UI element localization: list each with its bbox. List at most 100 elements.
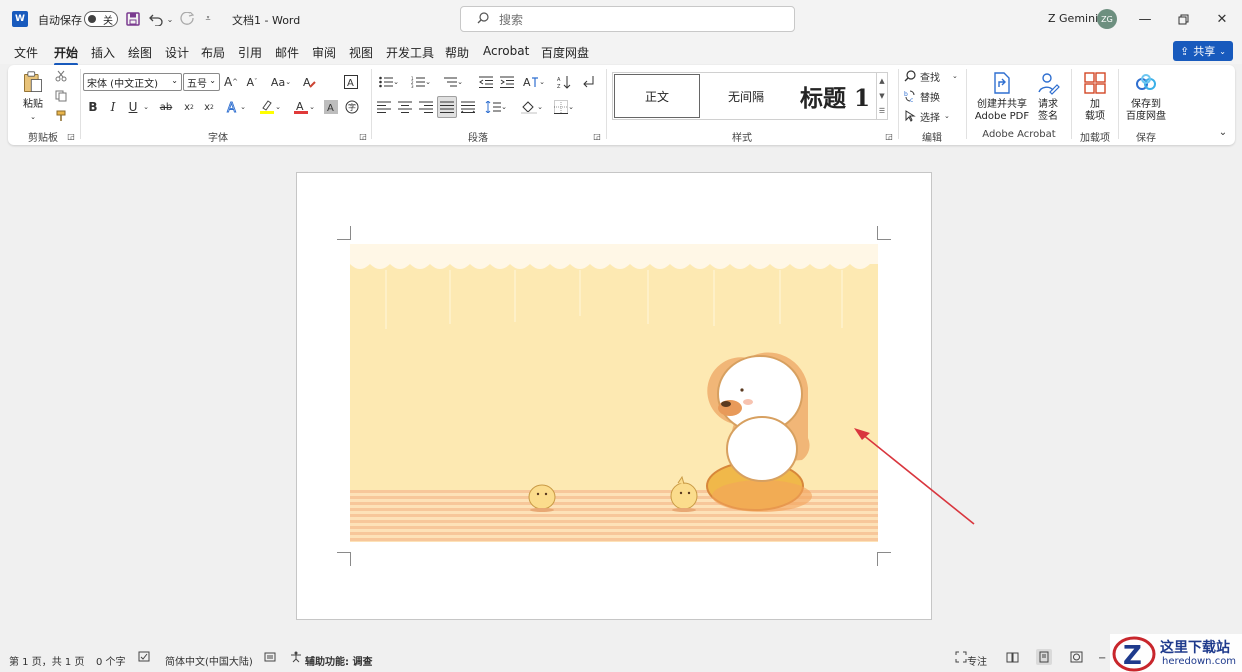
avatar[interactable]: ZG xyxy=(1097,9,1117,29)
numbering-icon[interactable]: 1 2 3 ⌄ xyxy=(408,73,434,91)
create-share-pdf-button[interactable]: 创建并共享 Adobe PDF xyxy=(972,69,1032,123)
shrink-font-icon[interactable]: Aˇ xyxy=(244,73,260,91)
addins-button[interactable]: 加 载项 xyxy=(1083,69,1107,123)
accessibility-status[interactable]: 辅助功能: 调查 xyxy=(305,653,372,668)
dialog-launcher-icon[interactable]: ◲ xyxy=(884,131,894,141)
copy-icon[interactable] xyxy=(54,89,68,103)
align-right-icon[interactable] xyxy=(418,98,434,116)
dialog-launcher-icon[interactable]: ◲ xyxy=(592,131,602,141)
subscript-icon[interactable]: x2 xyxy=(182,99,196,115)
show-marks-icon[interactable] xyxy=(580,73,596,91)
inserted-picture[interactable] xyxy=(350,244,878,542)
tab-acrobat[interactable]: Acrobat xyxy=(483,44,529,58)
find-button[interactable]: 查找 ⌄ xyxy=(904,68,958,84)
word-app-icon: W xyxy=(12,11,28,27)
underline-button[interactable]: U xyxy=(126,99,140,115)
tab-mailings[interactable]: 邮件 xyxy=(275,44,299,61)
grow-font-icon[interactable]: A ^ xyxy=(223,73,239,91)
tab-design[interactable]: 设计 xyxy=(165,44,189,61)
tab-file[interactable]: 文件 xyxy=(14,44,38,61)
page-count[interactable]: 第 1 页，共 1 页 xyxy=(9,653,84,668)
paste-button[interactable]: 粘贴 ⌄ xyxy=(18,69,48,123)
change-case-button[interactable]: Aa ⌄ xyxy=(268,73,294,91)
undo-dropdown-icon[interactable]: ⌄ xyxy=(165,10,175,28)
macro-icon[interactable] xyxy=(264,651,276,666)
dialog-launcher-icon[interactable]: ◲ xyxy=(66,131,76,141)
more-styles-icon[interactable]: ☰ xyxy=(879,107,885,115)
styles-scroll[interactable]: ▲ ▼ ☰ xyxy=(876,72,888,120)
dialog-launcher-icon[interactable]: ◲ xyxy=(358,131,368,141)
distributed-icon[interactable] xyxy=(460,98,476,116)
enclose-characters-icon[interactable]: 字 xyxy=(344,99,360,115)
proofing-icon[interactable] xyxy=(138,651,150,666)
word-count[interactable]: 0 个字 xyxy=(96,653,126,668)
close-icon[interactable]: ✕ xyxy=(1210,8,1234,30)
tab-home[interactable]: 开始 xyxy=(54,44,79,66)
line-spacing-icon[interactable]: ⌄ xyxy=(482,98,510,116)
search-placeholder: 搜索 xyxy=(499,12,524,27)
language-indicator[interactable]: 简体中文(中国大陆) xyxy=(165,653,253,668)
chevron-down-icon[interactable]: ▼ xyxy=(879,92,884,100)
request-signature-button[interactable]: 请求 签名 xyxy=(1036,69,1060,123)
strikethrough-icon[interactable]: ab xyxy=(158,99,174,115)
chevron-up-icon[interactable]: ▲ xyxy=(879,77,884,85)
web-layout-icon[interactable] xyxy=(1070,651,1083,666)
tab-layout[interactable]: 布局 xyxy=(201,44,225,61)
tab-insert[interactable]: 插入 xyxy=(91,44,115,61)
style-no-spacing[interactable]: 无间隔 xyxy=(703,74,789,118)
save-to-baidu-button[interactable]: 保存到 百度网盘 xyxy=(1124,69,1168,123)
tab-baidu-netdisk[interactable]: 百度网盘 xyxy=(541,44,589,61)
align-left-icon[interactable] xyxy=(376,98,392,116)
share-button[interactable]: ⇪ 共享 ⌄ xyxy=(1173,41,1233,61)
focus-icon[interactable] xyxy=(955,651,967,666)
font-color-icon[interactable]: A ⌄ xyxy=(290,99,318,115)
superscript-icon[interactable]: x2 xyxy=(202,99,216,115)
search-box[interactable]: 搜索 xyxy=(460,6,795,32)
focus-mode[interactable]: 专注 xyxy=(967,653,987,668)
asian-layout-icon[interactable]: A ⌄ xyxy=(520,73,548,91)
tab-view[interactable]: 视图 xyxy=(349,44,373,61)
bold-button[interactable]: B xyxy=(86,99,100,115)
decrease-indent-icon[interactable] xyxy=(478,73,494,91)
undo-icon[interactable] xyxy=(148,10,164,28)
tab-review[interactable]: 审阅 xyxy=(312,44,336,61)
increase-indent-icon[interactable] xyxy=(499,73,515,91)
character-shading-icon[interactable]: A xyxy=(324,99,338,115)
user-name[interactable]: Z Gemini xyxy=(1048,12,1098,25)
font-name-select[interactable]: 宋体 (中文正文) ⌄ xyxy=(83,73,182,91)
style-heading-1[interactable]: 标题 1 xyxy=(791,74,879,118)
format-painter-icon[interactable] xyxy=(54,109,68,123)
shading-icon[interactable]: ⌄ xyxy=(518,98,546,116)
tab-developer[interactable]: 开发工具 xyxy=(386,44,434,61)
print-layout-icon[interactable] xyxy=(1036,649,1052,665)
sort-icon[interactable]: AZ xyxy=(556,73,572,91)
multilevel-list-icon[interactable]: ⌄ xyxy=(440,73,466,91)
select-button[interactable]: 选择 ⌄ xyxy=(904,108,950,124)
customize-qat-icon[interactable]: ⩡ xyxy=(202,10,214,28)
tab-help[interactable]: 帮助 xyxy=(445,44,469,61)
replace-button[interactable]: bc 替换 xyxy=(904,88,940,104)
font-size-select[interactable]: 五号 ⌄ xyxy=(183,73,220,91)
align-center-icon[interactable] xyxy=(397,98,413,116)
borders-icon[interactable]: ⌄ xyxy=(550,98,578,116)
text-effects-icon[interactable]: A ⌄ xyxy=(224,99,248,115)
tab-draw[interactable]: 绘图 xyxy=(128,44,152,61)
style-normal[interactable]: 正文 xyxy=(614,74,700,118)
chevron-down-icon[interactable]: ⌄ xyxy=(142,99,150,115)
tab-references[interactable]: 引用 xyxy=(238,44,262,61)
highlight-color-icon[interactable]: ⌄ xyxy=(256,99,284,115)
accessibility-icon[interactable] xyxy=(290,651,302,666)
restore-icon[interactable] xyxy=(1171,8,1195,30)
bullets-icon[interactable]: ⌄ xyxy=(376,73,402,91)
collapse-ribbon-icon[interactable]: ⌄ xyxy=(1216,125,1230,139)
italic-button[interactable]: I xyxy=(106,99,120,115)
save-icon[interactable] xyxy=(125,10,141,28)
clear-formatting-icon[interactable]: A xyxy=(302,73,318,91)
redo-icon[interactable] xyxy=(179,10,195,28)
character-border-icon[interactable]: A xyxy=(343,73,359,91)
zoom-out-button[interactable]: − xyxy=(1098,653,1106,664)
cut-icon[interactable] xyxy=(54,69,68,83)
read-mode-icon[interactable] xyxy=(1006,651,1019,666)
minimize-icon[interactable]: — xyxy=(1133,8,1157,30)
justify-icon[interactable] xyxy=(437,96,457,118)
